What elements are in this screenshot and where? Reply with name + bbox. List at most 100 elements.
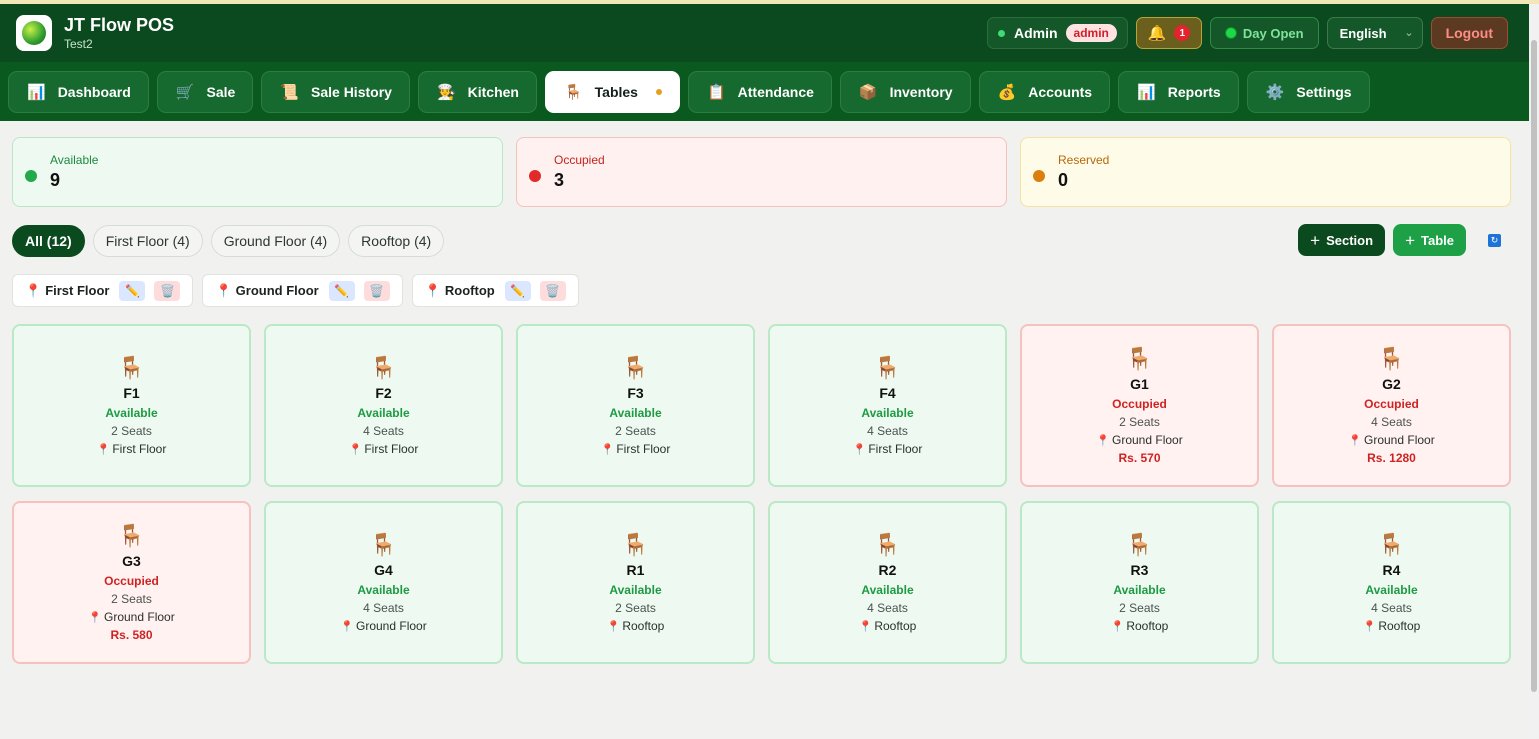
table-card-g1[interactable]: 🪑 G1 Occupied 2 Seats 📍 Ground Floor Rs. 570 xyxy=(1020,324,1259,487)
table-card-f4[interactable]: 🪑 F4 Available 4 Seats 📍 First Floor xyxy=(768,324,1007,487)
stat-label: Reserved xyxy=(1058,153,1110,167)
table-location: 📍 Rooftop xyxy=(859,619,917,633)
header-controls: Admin admin 🔔 1 Day Open English ⌄ Logou… xyxy=(986,17,1508,49)
chair-icon: 🪑 xyxy=(369,355,398,380)
nav-dashboard[interactable]: 📊 Dashboard xyxy=(8,70,149,113)
nav-label: Inventory xyxy=(889,83,953,100)
table-card-g2[interactable]: 🪑 G2 Occupied 4 Seats 📍 Ground Floor Rs. 1280 xyxy=(1272,324,1511,487)
chair-icon: 🪑 xyxy=(621,355,650,380)
add-table-label: Table xyxy=(1421,232,1454,248)
table-location: 📍 First Floor xyxy=(349,442,419,456)
table-name: G3 xyxy=(122,553,141,569)
edit-section-button[interactable]: ✏️ xyxy=(119,280,146,301)
nav-reports[interactable]: 📊 Reports xyxy=(1118,70,1239,113)
table-location: 📍 Ground Floor xyxy=(1096,433,1182,447)
delete-section-button[interactable]: 🗑️ xyxy=(363,280,390,301)
nav-attendance[interactable]: 📋 Attendance xyxy=(687,70,832,113)
add-table-button[interactable]: + Table xyxy=(1393,224,1466,256)
edit-section-button[interactable]: ✏️ xyxy=(504,280,531,301)
filter-first-floor[interactable]: First Floor (4) xyxy=(92,224,203,257)
table-card-f3[interactable]: 🪑 F3 Available 2 Seats 📍 First Floor xyxy=(516,324,755,487)
nav-label: Kitchen xyxy=(467,83,519,100)
pin-icon: 📍 xyxy=(606,620,621,633)
pin-icon: 📍 xyxy=(858,620,873,633)
bell-icon: 🔔 xyxy=(1147,25,1167,42)
chair-icon: 🪑 xyxy=(117,523,146,548)
chair-icon: 🪑 xyxy=(1125,532,1154,557)
table-card-r1[interactable]: 🪑 R1 Available 2 Seats 📍 Rooftop xyxy=(516,501,755,664)
filter-rooftop[interactable]: Rooftop (4) xyxy=(348,224,445,257)
page-scrollbar[interactable] xyxy=(1529,4,1539,739)
table-name: R1 xyxy=(626,562,645,578)
delete-section-button[interactable]: 🗑️ xyxy=(539,280,566,301)
table-card-g3[interactable]: 🪑 G3 Occupied 2 Seats 📍 Ground Floor Rs. 580 xyxy=(12,501,251,664)
nav-kitchen[interactable]: 🧑‍🍳 Kitchen xyxy=(417,70,537,113)
day-status-button[interactable]: Day Open xyxy=(1209,17,1319,49)
chair-icon: 🪑 xyxy=(621,532,650,557)
table-seats: 4 Seats xyxy=(363,601,404,615)
nav-label: Sale xyxy=(206,83,236,100)
section-chip-first-floor: 📍 First Floor ✏️ 🗑️ xyxy=(12,274,194,307)
nav-tables[interactable]: 🪑 Tables xyxy=(544,70,680,113)
dashboard-icon: 📊 xyxy=(27,83,46,101)
notifications-button[interactable]: 🔔 1 xyxy=(1135,17,1202,49)
nav-settings[interactable]: ⚙️ Settings xyxy=(1246,70,1370,113)
table-status: Available xyxy=(357,406,410,420)
table-name: F4 xyxy=(879,385,896,401)
add-section-button[interactable]: + Section xyxy=(1298,224,1386,256)
pencil-icon: ✏️ xyxy=(510,283,526,298)
edit-section-button[interactable]: ✏️ xyxy=(328,280,355,301)
section-name: First Floor xyxy=(45,283,110,298)
app-title: JT Flow POS xyxy=(64,15,175,35)
chair-icon: 🪑 xyxy=(1377,346,1406,371)
nav-accounts[interactable]: 💰 Accounts xyxy=(978,70,1111,113)
filter-ground-floor[interactable]: Ground Floor (4) xyxy=(210,224,341,257)
table-card-f1[interactable]: 🪑 F1 Available 2 Seats 📍 First Floor xyxy=(12,324,251,487)
table-actions: + Section + Table ↻ xyxy=(1298,224,1501,256)
chair-icon: 🪑 xyxy=(563,83,583,101)
table-seats: 4 Seats xyxy=(363,424,404,438)
table-card-r3[interactable]: 🪑 R3 Available 2 Seats 📍 Rooftop xyxy=(1020,501,1259,664)
language-select[interactable]: English ⌄ xyxy=(1326,17,1423,49)
table-status: Available xyxy=(1365,583,1418,597)
nav-sale[interactable]: 🛒 Sale xyxy=(156,70,254,113)
delete-section-button[interactable]: 🗑️ xyxy=(154,280,181,301)
filter-all[interactable]: All (12) xyxy=(12,224,85,257)
table-seats: 4 Seats xyxy=(867,424,908,438)
box-icon: 📦 xyxy=(858,83,878,101)
day-status-label: Day Open xyxy=(1242,25,1304,41)
nav-inventory[interactable]: 📦 Inventory xyxy=(839,70,971,113)
logout-button[interactable]: Logout xyxy=(1430,17,1508,49)
table-location-name: First Floor xyxy=(868,442,923,456)
table-location-name: Rooftop xyxy=(622,619,665,633)
table-card-r4[interactable]: 🪑 R4 Available 4 Seats 📍 Rooftop xyxy=(1272,501,1511,664)
table-card-r2[interactable]: 🪑 R2 Available 4 Seats 📍 Rooftop xyxy=(768,501,1007,664)
table-name: G4 xyxy=(374,562,393,578)
table-status: Available xyxy=(357,583,410,597)
chair-icon: 🪑 xyxy=(369,532,398,557)
table-location: 📍 First Floor xyxy=(853,442,923,456)
table-seats: 2 Seats xyxy=(111,592,152,606)
table-card-g4[interactable]: 🪑 G4 Available 4 Seats 📍 Ground Floor xyxy=(264,501,503,664)
table-seats: 4 Seats xyxy=(1371,601,1412,615)
table-seats: 2 Seats xyxy=(1119,601,1160,615)
stat-label: Available xyxy=(50,153,99,167)
nav-label: Dashboard xyxy=(57,83,131,100)
pin-icon: 📍 xyxy=(1362,620,1377,633)
scrollbar-thumb[interactable] xyxy=(1531,40,1537,692)
pin-icon: 📍 xyxy=(424,282,441,298)
table-location: 📍 First Floor xyxy=(97,442,167,456)
pin-icon: 📍 xyxy=(215,282,232,298)
table-amount: Rs. 580 xyxy=(110,628,153,642)
table-status: Available xyxy=(609,583,662,597)
app-logo xyxy=(16,15,52,51)
refresh-icon[interactable]: ↻ xyxy=(1488,233,1501,247)
table-card-f2[interactable]: 🪑 F2 Available 4 Seats 📍 First Floor xyxy=(264,324,503,487)
table-status: Available xyxy=(861,406,914,420)
nav-label: Sale History xyxy=(311,83,392,100)
table-location: 📍 Ground Floor xyxy=(1348,433,1434,447)
table-seats: 4 Seats xyxy=(867,601,908,615)
table-name: R4 xyxy=(1382,562,1401,578)
nav-sale-history[interactable]: 📜 Sale History xyxy=(261,70,410,113)
table-stats: Available 9 Occupied 3 Reserved 0 xyxy=(0,121,1539,207)
